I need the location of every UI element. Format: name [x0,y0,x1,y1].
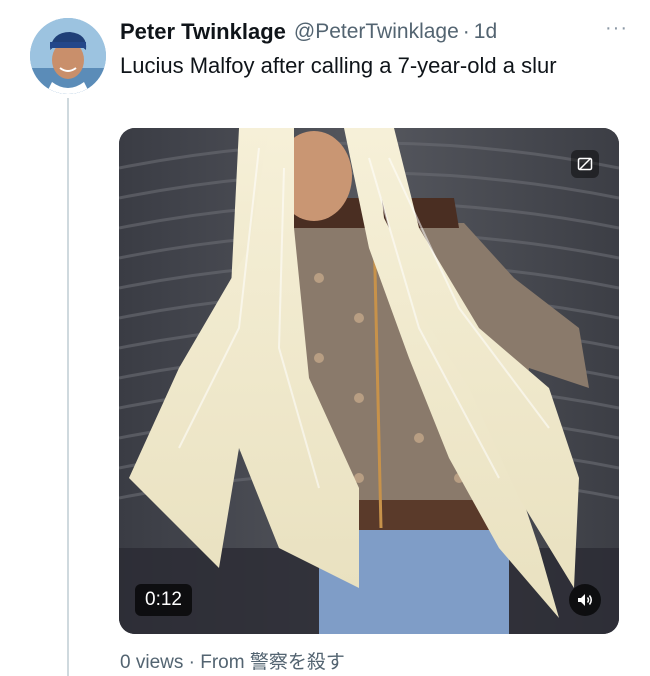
view-count: 0 views [120,652,184,673]
video-frame [119,128,619,634]
author-name[interactable]: Peter Twinklage [120,19,286,45]
avatar[interactable] [30,18,106,94]
gif-icon[interactable] [571,150,599,178]
header-separator: · [462,20,470,43]
more-icon[interactable]: ··· [605,18,628,38]
tweet-header: Peter Twinklage @PeterTwinklage · 1d [120,16,630,48]
volume-glyph [578,594,592,606]
media-badge-icon [577,157,593,171]
from-label: From [200,652,245,673]
media-video[interactable]: 0:12 [119,128,619,634]
tweet-text: Lucius Malfoy after calling a 7-year-old… [120,53,557,78]
avatar-image [30,18,106,94]
tweet-timestamp[interactable]: 1d [474,20,497,44]
footer-separator: · [188,652,195,673]
tweet-footer: 0 views · From 警察を殺す [120,647,345,674]
speaker-icon[interactable] [569,584,601,616]
video-duration-badge: 0:12 [135,584,192,616]
thread-connector-line [67,98,69,676]
source-link[interactable]: 警察を殺す [250,652,345,673]
author-handle[interactable]: @PeterTwinklage [294,20,459,44]
